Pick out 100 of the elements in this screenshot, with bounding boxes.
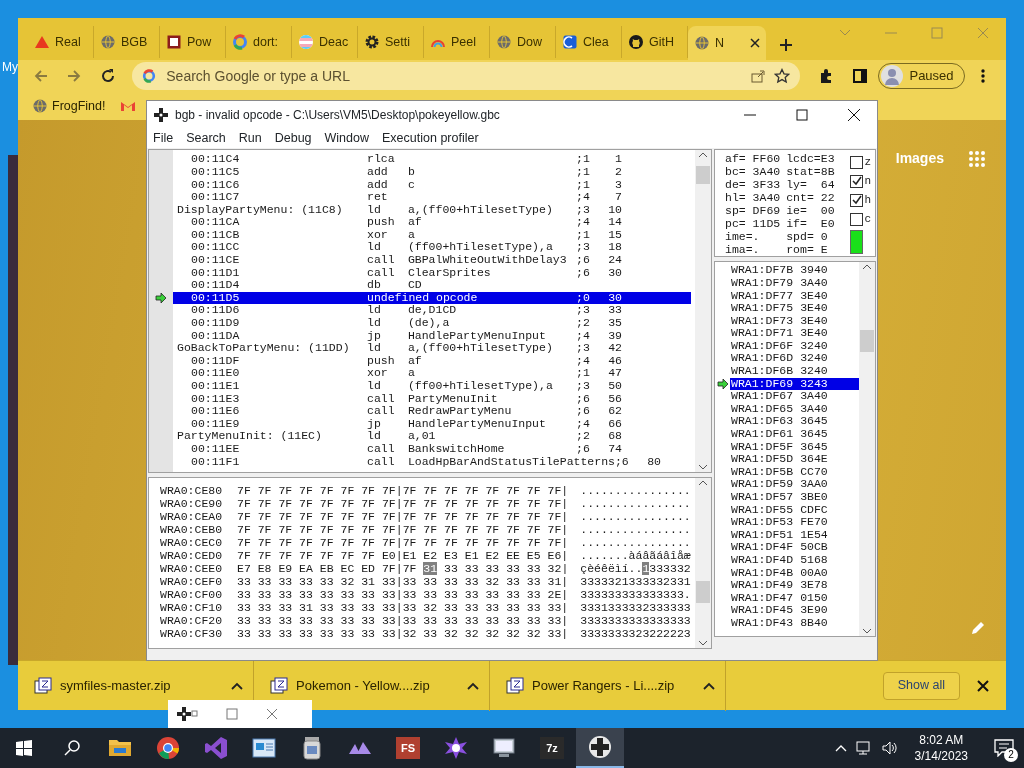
volume-icon[interactable] bbox=[880, 740, 899, 756]
browser-tab[interactable]: Clea bbox=[556, 26, 622, 58]
menu-item[interactable]: Window bbox=[324, 129, 369, 149]
scroll-down-icon[interactable] bbox=[698, 640, 708, 647]
flag-checkbox[interactable] bbox=[850, 212, 864, 226]
scroll-down-icon[interactable] bbox=[698, 464, 708, 471]
stack-row[interactable]: WRA1:DF63 3645 bbox=[730, 415, 861, 429]
code-line[interactable]: DisplayPartyMenu: (11C8) ld a,(ff00+hTilesetType) ;3 10 bbox=[173, 203, 691, 217]
scroll-thumb[interactable] bbox=[696, 581, 710, 604]
stack-row[interactable]: WRA1:DF59 3AA0 bbox=[730, 478, 861, 491]
code-line[interactable]: 00:11C6 add c ;1 3 bbox=[173, 178, 691, 192]
stack-row[interactable]: WRA1:DF5D 364E bbox=[730, 453, 861, 466]
menu-item[interactable]: Debug bbox=[274, 129, 312, 149]
caret-icon[interactable] bbox=[231, 681, 243, 690]
stack-row[interactable]: WRA1:DF4B 00A0 bbox=[730, 566, 861, 580]
menu-item[interactable]: Search bbox=[186, 129, 226, 149]
code-line[interactable]: 00:11D4 db CD bbox=[173, 279, 691, 292]
stack-row[interactable]: WRA1:DF75 3E40 bbox=[730, 302, 861, 315]
scrollbar[interactable] bbox=[695, 150, 711, 473]
browser-tab[interactable]: Dow bbox=[490, 26, 556, 58]
windows-icon[interactable] bbox=[16, 740, 32, 756]
browser-tab[interactable]: Pow bbox=[160, 26, 226, 58]
address-bar[interactable]: Search Google or type a URL bbox=[132, 62, 800, 90]
code-line[interactable]: 00:11CB xor a ;1 15 bbox=[173, 228, 691, 242]
stack-row[interactable]: WRA1:DF5F 3645 bbox=[730, 440, 861, 454]
code-line[interactable]: PartyMenuInit: (11EC) ld a,01 ;2 68 bbox=[173, 430, 691, 443]
browser-tab[interactable]: Peel bbox=[424, 26, 490, 58]
show-all-button[interactable]: Show all bbox=[882, 671, 960, 700]
browser-tab[interactable]: N bbox=[688, 26, 766, 60]
code-line[interactable]: 00:11CE call GBPalWhiteOutWithDelay3 ;6 24 bbox=[173, 254, 691, 267]
menu-item[interactable]: Execution profiler bbox=[382, 129, 479, 149]
scroll-thumb[interactable] bbox=[860, 330, 874, 353]
stack-row[interactable]: WRA1:DF57 3BE0 bbox=[730, 491, 861, 504]
stack-row[interactable]: WRA1:DF6F 3240 bbox=[730, 339, 861, 353]
stack-row[interactable]: WRA1:DF6D 3240 bbox=[730, 352, 861, 366]
stack-row[interactable]: WRA1:DF61 3645 bbox=[730, 428, 861, 441]
menu-icon[interactable] bbox=[981, 68, 986, 84]
code-line[interactable]: 00:11D9 ld (de),a ;2 35 bbox=[173, 317, 691, 330]
code-line[interactable]: 00:11DA jp HandlePartyMenuInput ;4 39 bbox=[173, 329, 691, 343]
side-panel-icon[interactable] bbox=[851, 68, 868, 84]
caret-icon[interactable] bbox=[467, 681, 479, 690]
code-line[interactable]: 00:11E3 call PartyMenuInit ;6 56 bbox=[173, 392, 691, 406]
star-icon[interactable] bbox=[773, 68, 790, 84]
forward-icon[interactable] bbox=[66, 68, 83, 84]
code-line[interactable]: GoBackToPartyMenu: (11DD) ld a,(ff00+hTilesetType) ;3 42 bbox=[173, 342, 691, 355]
menu-item[interactable]: Run bbox=[238, 129, 262, 149]
scrollbar[interactable] bbox=[695, 478, 711, 649]
browser-tab[interactable]: dort: bbox=[226, 26, 292, 58]
scroll-up-icon[interactable] bbox=[698, 152, 708, 159]
share-icon[interactable] bbox=[749, 68, 766, 84]
caret-icon[interactable] bbox=[703, 681, 715, 690]
code-line[interactable]: 00:11E0 xor a ;1 47 bbox=[173, 367, 691, 380]
browser-tab[interactable]: Deac bbox=[292, 26, 358, 58]
scroll-up-icon[interactable] bbox=[698, 480, 708, 487]
taskbar-app[interactable]: FS bbox=[384, 728, 432, 768]
browser-tab[interactable]: Setti bbox=[358, 26, 424, 58]
scroll-up-icon[interactable] bbox=[862, 264, 872, 271]
back-icon[interactable] bbox=[32, 68, 49, 84]
stack-row[interactable]: WRA1:DF67 3A40 bbox=[730, 390, 861, 403]
code-line[interactable]: 00:11DF push af ;4 46 bbox=[173, 354, 691, 368]
code-line[interactable]: 00:11CA push af ;4 14 bbox=[173, 216, 691, 229]
flag-checkbox[interactable] bbox=[850, 193, 864, 207]
taskbar-app[interactable]: 7z bbox=[528, 728, 576, 768]
address-field[interactable]: Search Google or type a URL bbox=[164, 64, 742, 88]
stack-row[interactable]: WRA1:DF73 3E40 bbox=[730, 314, 861, 328]
flag-checkbox[interactable] bbox=[850, 155, 864, 169]
close-icon[interactable] bbox=[847, 108, 861, 122]
maximize-icon[interactable] bbox=[226, 708, 238, 720]
bookmark[interactable]: FrogFind! bbox=[32, 96, 106, 116]
stack-row[interactable]: WRA1:DF4D 5168 bbox=[730, 554, 861, 567]
stack-row[interactable]: WRA1:DF79 3A40 bbox=[730, 276, 861, 290]
code-line[interactable]: 00:11E6 call RedrawPartyMenu ;6 62 bbox=[173, 405, 691, 418]
stack-row[interactable]: WRA1:DF71 3E40 bbox=[730, 327, 861, 340]
scroll-down-icon[interactable] bbox=[862, 628, 872, 635]
browser-tab[interactable]: Real bbox=[28, 26, 94, 58]
chevron-icon[interactable] bbox=[834, 744, 847, 752]
code-line[interactable]: 00:11C7 ret ;4 7 bbox=[173, 191, 691, 204]
clock-date[interactable]: 3/14/2023 bbox=[914, 748, 968, 764]
code-line[interactable]: 00:11E9 jp HandlePartyMenuInput ;4 66 bbox=[173, 417, 691, 431]
reload-icon[interactable] bbox=[99, 68, 116, 84]
code-line[interactable]: 00:11C5 add b ;1 2 bbox=[173, 165, 691, 179]
close-icon[interactable] bbox=[750, 38, 760, 48]
scroll-thumb[interactable] bbox=[696, 166, 710, 185]
code-line[interactable]: 00:11EE call BankswitchHome ;6 74 bbox=[173, 443, 691, 456]
menu-item[interactable]: File bbox=[153, 129, 174, 149]
stack-row[interactable]: WRA1:DF47 0150 bbox=[730, 591, 861, 605]
clock-time[interactable]: 8:02 AM bbox=[919, 732, 964, 748]
stack-row[interactable]: WRA1:DF51 1E54 bbox=[730, 528, 861, 542]
stack-row[interactable]: WRA1:DF43 8B40 bbox=[730, 616, 861, 630]
stack-row[interactable]: WRA1:DF5B CC70 bbox=[730, 465, 861, 479]
code-line[interactable]: 00:11F1 call LoadHpBarAndStatusTilePatterns;6 80 bbox=[173, 455, 691, 469]
profile-button[interactable]: Paused bbox=[878, 63, 965, 89]
stack-row[interactable]: WRA1:DF55 CDFC bbox=[730, 503, 861, 517]
code-line[interactable]: 00:11D6 ld de,D1CD ;3 33 bbox=[173, 304, 691, 318]
code-line[interactable]: 00:11C4 rlca ;1 1 bbox=[173, 153, 691, 166]
stack-row[interactable]: WRA1:DF53 FE70 bbox=[730, 516, 861, 529]
close-icon[interactable] bbox=[977, 679, 989, 692]
search-icon[interactable] bbox=[64, 740, 80, 756]
stack-row[interactable]: WRA1:DF77 3E40 bbox=[730, 289, 861, 303]
stack-row[interactable]: WRA1:DF6B 3240 bbox=[730, 365, 861, 378]
